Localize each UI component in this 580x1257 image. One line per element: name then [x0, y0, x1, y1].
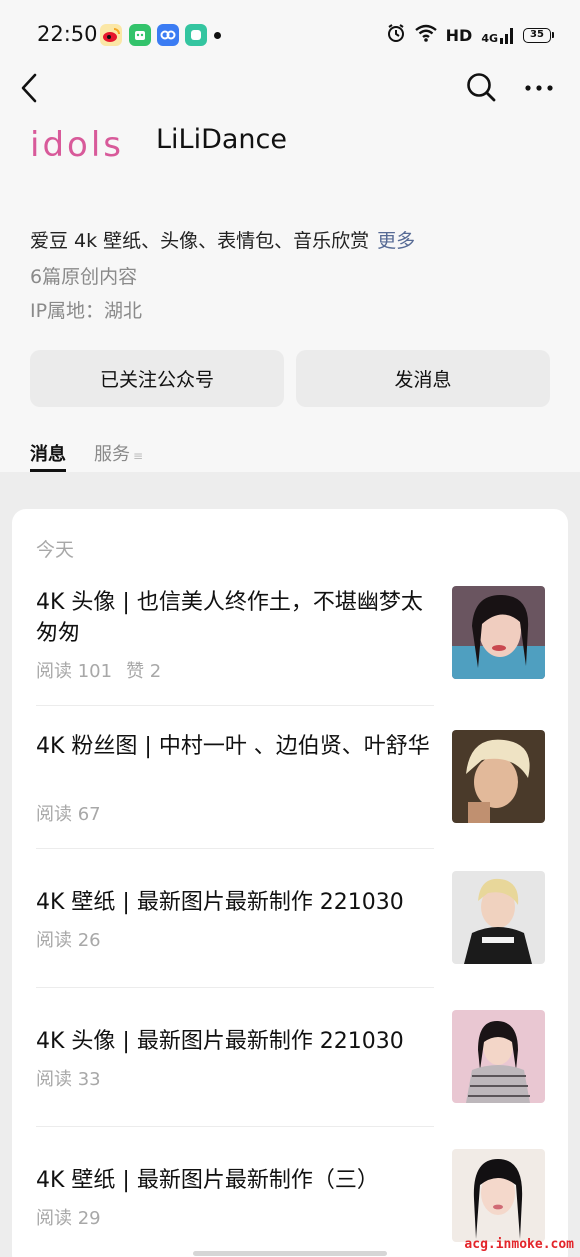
- read-count: 阅读 101: [36, 661, 113, 682]
- menu-lines-icon: ≡: [133, 449, 144, 463]
- tab-services[interactable]: 服务 ≡: [94, 440, 143, 472]
- article-title[interactable]: 4K 头像 | 最新图片最新制作 221030: [36, 1026, 432, 1057]
- svg-text:idols: idols: [30, 125, 124, 165]
- like-count: 赞 2: [126, 661, 162, 682]
- article-thumbnail[interactable]: [452, 730, 545, 823]
- list-divider: [36, 987, 434, 988]
- alarm-icon: [386, 23, 406, 47]
- battery-icon: 35: [523, 27, 554, 43]
- tab-bar: 消息 服务 ≡: [30, 440, 143, 472]
- tab-services-label: 服务: [94, 444, 130, 465]
- status-bar: 22:50 HD 4G 35: [0, 0, 580, 70]
- article-stats: 阅读 26: [36, 926, 101, 952]
- original-article-count: 6篇原创内容: [30, 266, 138, 288]
- description-text: 爱豆 4k 壁纸、头像、表情包、音乐欣赏: [30, 230, 370, 252]
- article-stats: 阅读 67: [36, 800, 101, 826]
- article-title[interactable]: 4K 壁纸 | 最新图片最新制作（三）: [36, 1165, 432, 1196]
- message-feed-card: 今天 4K 头像 | 也信美人终作土，不堪幽梦太匆匆 阅读 101 赞 2 4K …: [12, 509, 568, 1257]
- article-stats: 阅读 29: [36, 1204, 101, 1230]
- tab-messages[interactable]: 消息: [30, 440, 66, 472]
- home-indicator: [193, 1251, 387, 1256]
- hd-indicator: HD: [445, 25, 473, 45]
- back-arrow-icon[interactable]: [18, 72, 42, 104]
- status-time: 22:50: [37, 22, 98, 46]
- article-thumbnail[interactable]: [452, 1010, 545, 1103]
- list-divider: [36, 705, 434, 706]
- green-app-notification-icon: [129, 24, 151, 46]
- article-thumbnail[interactable]: [452, 586, 545, 679]
- list-divider: [36, 1126, 434, 1127]
- article-thumbnail[interactable]: [452, 1149, 545, 1242]
- article-title[interactable]: 4K 头像 | 也信美人终作土，不堪幽梦太匆匆: [36, 587, 432, 649]
- ip-location: IP属地：湖北: [30, 300, 143, 322]
- blue-app-notification-icon: [157, 24, 179, 46]
- article-thumbnail[interactable]: [452, 871, 545, 964]
- day-label: 今天: [36, 539, 75, 561]
- read-count: 阅读 26: [36, 930, 101, 951]
- list-divider: [36, 848, 434, 849]
- network-type: 4G: [481, 32, 498, 45]
- more-options-icon[interactable]: [524, 84, 554, 92]
- followed-account-button[interactable]: 已关注公众号: [30, 350, 284, 407]
- signal-icon: 4G: [481, 26, 514, 44]
- article-stats: 阅读 33: [36, 1065, 101, 1091]
- wifi-icon: [414, 24, 437, 46]
- more-link[interactable]: 更多: [377, 230, 415, 252]
- more-notifications-dot: [214, 32, 221, 39]
- header-area: 22:50 HD 4G 35 idols LiLiDance 爱豆 4k 壁纸、…: [0, 0, 580, 472]
- account-logo[interactable]: idols: [30, 122, 130, 166]
- read-count: 阅读 33: [36, 1069, 101, 1090]
- read-count: 阅读 29: [36, 1208, 101, 1229]
- battery-level: 35: [523, 27, 551, 43]
- account-description: 爱豆 4k 壁纸、头像、表情包、音乐欣赏 更多: [30, 226, 415, 253]
- weibo-notification-icon: [100, 24, 122, 46]
- status-indicators: HD 4G 35: [386, 23, 554, 47]
- read-count: 阅读 67: [36, 804, 101, 825]
- account-name: LiLiDance: [156, 124, 287, 155]
- article-title[interactable]: 4K 粉丝图 | 中村一叶 、边伯贤、叶舒华: [36, 731, 432, 762]
- article-title[interactable]: 4K 壁纸 | 最新图片最新制作 221030: [36, 887, 432, 918]
- send-message-button[interactable]: 发消息: [296, 350, 550, 407]
- article-stats: 阅读 101 赞 2: [36, 657, 161, 683]
- search-icon[interactable]: [466, 72, 496, 102]
- watermark: acg.inmoke.com: [464, 1237, 574, 1252]
- teal-app-notification-icon: [185, 24, 207, 46]
